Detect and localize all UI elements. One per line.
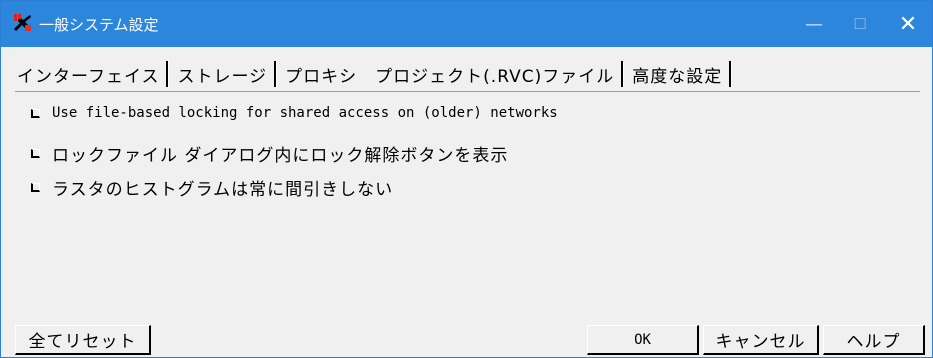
tab-storage[interactable]: ストレージ [175, 62, 269, 87]
checkbox-file-locking[interactable] [31, 108, 40, 118]
close-icon: ✕ [898, 11, 918, 37]
tab-separator [621, 61, 624, 87]
tab-separator [274, 61, 277, 87]
close-button[interactable]: ✕ [885, 1, 931, 47]
tab-project-file[interactable]: プロジェクト(.RVC)ファイル [373, 62, 616, 87]
app-tool-icon [14, 14, 31, 31]
title-bar[interactable]: 一般システム設定 — ☐ ✕ [1, 1, 932, 47]
tab-bar: インターフェイス ストレージ プロキシ プロジェクト(.RVC)ファイル 高度な… [15, 59, 738, 89]
tab-advanced[interactable]: 高度な設定 [630, 62, 724, 87]
option-raster-histogram-label: ラスタのヒストグラムは常に間引きしない [52, 180, 394, 200]
minimize-icon: — [805, 13, 823, 35]
ok-button[interactable]: OK [587, 325, 699, 355]
checkbox-raster-histogram[interactable] [31, 183, 40, 192]
window-title: 一般システム設定 [39, 16, 159, 34]
option-raster-histogram[interactable]: ラスタのヒストグラムは常に間引きしない [31, 175, 393, 200]
maximize-button[interactable]: ☐ [837, 1, 883, 47]
maximize-icon: ☐ [853, 15, 867, 33]
reset-all-button[interactable]: 全てリセット [15, 325, 151, 355]
option-unlock-button[interactable]: ロックファイル ダイアログ内にロック解除ボタンを表示 [31, 141, 508, 166]
tab-separator [166, 61, 169, 87]
option-file-locking-label: Use file-based locking for shared access… [52, 105, 558, 121]
tab-interface[interactable]: インターフェイス [15, 62, 161, 87]
option-unlock-button-label: ロックファイル ダイアログ内にロック解除ボタンを表示 [52, 146, 509, 166]
tab-separator [729, 61, 732, 87]
option-file-locking[interactable]: Use file-based locking for shared access… [31, 105, 558, 121]
help-button[interactable]: ヘルプ [823, 325, 925, 355]
settings-window: 一般システム設定 — ☐ ✕ インターフェイス ストレージ プロキシ プロジェク… [0, 0, 933, 358]
cancel-button[interactable]: キャンセル [703, 325, 819, 355]
tab-panel-divider [15, 91, 920, 92]
checkbox-unlock-button[interactable] [31, 149, 40, 158]
minimize-button[interactable]: — [791, 1, 837, 47]
tab-proxy[interactable]: プロキシ [283, 62, 359, 87]
